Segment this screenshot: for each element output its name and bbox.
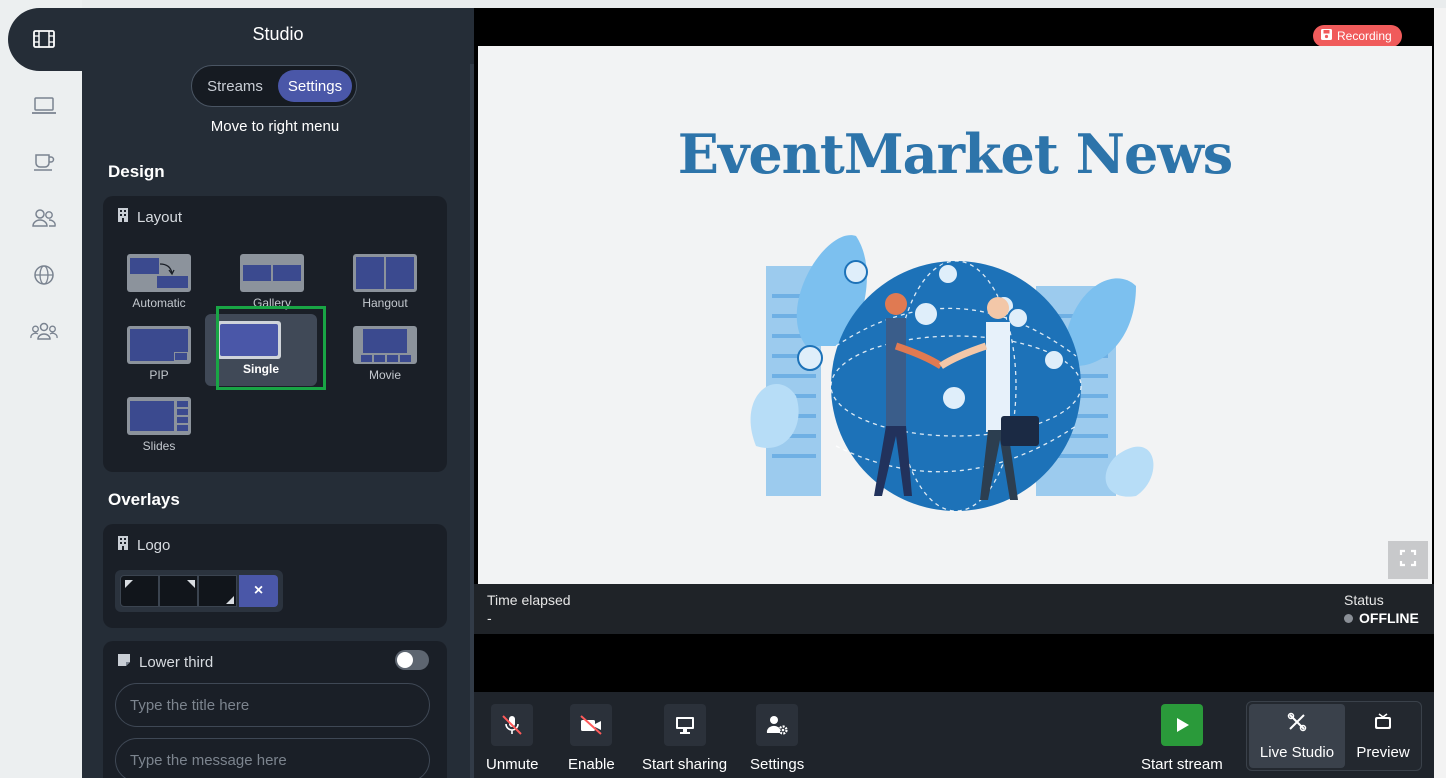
laptop-icon bbox=[31, 96, 57, 121]
design-heading: Design bbox=[108, 162, 165, 181]
nav-globe[interactable] bbox=[26, 259, 62, 295]
enable-label: Enable bbox=[568, 756, 615, 773]
layout-option-label: Automatic bbox=[132, 296, 186, 310]
lower-third-title-input[interactable] bbox=[115, 683, 430, 727]
view-mode-switch: Live Studio Preview bbox=[1246, 701, 1422, 771]
layout-option-slides[interactable]: Slides bbox=[104, 391, 194, 457]
building-icon bbox=[117, 536, 129, 554]
monitor-icon bbox=[663, 704, 706, 746]
lower-third-message-input[interactable] bbox=[115, 738, 430, 778]
start-sharing-label: Start sharing bbox=[642, 756, 728, 773]
layout-option-label: Slides bbox=[142, 439, 176, 453]
group-icon bbox=[30, 321, 58, 346]
tv-icon bbox=[1373, 712, 1393, 736]
preview-tab[interactable]: Preview bbox=[1347, 704, 1419, 768]
status-indicator: OFFLINE bbox=[1344, 610, 1419, 626]
selected-layout-highlight bbox=[216, 306, 326, 390]
layout-option-label: Movie bbox=[368, 368, 401, 382]
stream-info-bar: Time elapsed - Status OFFLINE bbox=[474, 584, 1434, 634]
live-studio-icon bbox=[1287, 712, 1307, 736]
layout-option-movie[interactable]: Movie bbox=[330, 320, 420, 386]
status-dot bbox=[1344, 613, 1353, 623]
mic-muted-icon bbox=[491, 704, 534, 746]
page-scrollbar[interactable] bbox=[1434, 8, 1446, 778]
save-icon bbox=[1321, 29, 1332, 43]
nav-rail bbox=[0, 0, 84, 778]
logo-remove-button[interactable]: × bbox=[239, 575, 278, 607]
lower-third-toggle[interactable] bbox=[395, 650, 429, 670]
layout-option-gallery[interactable]: Gallery bbox=[217, 248, 307, 314]
nav-group[interactable] bbox=[26, 315, 62, 351]
layout-option-label: Hangout bbox=[362, 296, 408, 310]
logo-card: Logo × bbox=[103, 524, 447, 628]
building-icon bbox=[117, 208, 129, 226]
layout-option-label: PIP bbox=[149, 368, 169, 382]
layout-title: Layout bbox=[137, 208, 183, 226]
time-elapsed-label: Time elapsed bbox=[487, 592, 571, 608]
pip-layout-icon bbox=[127, 326, 191, 364]
preview-label: Preview bbox=[1356, 743, 1410, 761]
overlays-heading: Overlays bbox=[108, 490, 180, 509]
layout-option-automatic[interactable]: Automatic bbox=[104, 248, 194, 314]
layout-option-pip[interactable]: PIP bbox=[104, 320, 194, 386]
studio-panel: Studio Streams Settings Move to right me… bbox=[82, 8, 474, 778]
user-gear-icon bbox=[756, 704, 799, 746]
slides-layout-icon bbox=[127, 397, 191, 435]
recording-label: Recording bbox=[1337, 29, 1392, 43]
logo-position-selector: × bbox=[115, 570, 283, 612]
fullscreen-icon bbox=[1399, 549, 1417, 572]
automatic-layout-icon bbox=[127, 254, 191, 292]
stream-preview: EventMarket News bbox=[478, 46, 1432, 584]
start-stream-button[interactable]: Start stream bbox=[1141, 704, 1223, 773]
tab-streams[interactable]: Streams bbox=[198, 70, 272, 102]
layout-card: Layout Automatic Gallery Hangout PIP Sin… bbox=[103, 196, 447, 472]
start-sharing-button[interactable]: Start sharing bbox=[642, 704, 727, 773]
enable-camera-button[interactable]: Enable bbox=[568, 704, 615, 773]
logo-position-top-right[interactable] bbox=[159, 575, 198, 607]
fullscreen-button[interactable] bbox=[1388, 541, 1428, 579]
film-icon bbox=[33, 30, 55, 53]
settings-button[interactable]: Settings bbox=[750, 704, 804, 773]
unmute-button[interactable]: Unmute bbox=[486, 704, 539, 773]
live-studio-label: Live Studio bbox=[1259, 743, 1335, 761]
move-to-right-menu-link[interactable]: Move to right menu bbox=[82, 118, 468, 135]
lower-third-card-title: Lower third bbox=[117, 653, 213, 671]
layout-card-title: Layout bbox=[117, 208, 182, 226]
logo-title: Logo bbox=[137, 536, 171, 554]
time-elapsed-value: - bbox=[487, 610, 492, 626]
preview-headline: EventMarket News bbox=[677, 122, 1233, 186]
tab-settings[interactable]: Settings bbox=[278, 70, 352, 102]
lower-third-title: Lower third bbox=[139, 653, 214, 671]
stage-area: Recording EventMarket News Time elapsed … bbox=[474, 8, 1434, 778]
play-icon bbox=[1160, 704, 1203, 746]
status-label: Status bbox=[1344, 592, 1384, 608]
live-studio-tab[interactable]: Live Studio bbox=[1249, 704, 1345, 768]
logo-card-title: Logo bbox=[117, 536, 170, 554]
control-bar: Unmute Enable Start sharing Settings Sta… bbox=[474, 692, 1434, 778]
camera-off-icon bbox=[570, 704, 613, 746]
gallery-layout-icon bbox=[240, 254, 304, 292]
recording-badge[interactable]: Recording bbox=[1313, 25, 1402, 47]
logo-position-bottom-right[interactable] bbox=[198, 575, 237, 607]
hangout-layout-icon bbox=[353, 254, 417, 292]
movie-layout-icon bbox=[353, 326, 417, 364]
nav-rail-active-item[interactable] bbox=[8, 8, 84, 71]
start-stream-label: Start stream bbox=[1141, 756, 1223, 773]
globe-icon bbox=[33, 264, 55, 291]
status-value: OFFLINE bbox=[1359, 610, 1419, 626]
lower-third-card: Lower third bbox=[103, 641, 447, 778]
nav-users[interactable] bbox=[26, 202, 62, 238]
logo-position-top-left[interactable] bbox=[120, 575, 159, 607]
layout-option-hangout[interactable]: Hangout bbox=[330, 248, 420, 314]
coffee-icon bbox=[32, 152, 56, 177]
note-icon bbox=[117, 653, 131, 671]
panel-title: Studio bbox=[252, 24, 304, 44]
nav-coffee[interactable] bbox=[26, 146, 62, 182]
panel-tabs: Streams Settings bbox=[191, 65, 357, 107]
networking-illustration bbox=[750, 235, 1154, 512]
nav-laptop[interactable] bbox=[26, 90, 62, 126]
users-icon bbox=[31, 208, 57, 233]
settings-label: Settings bbox=[750, 756, 805, 773]
unmute-label: Unmute bbox=[486, 756, 539, 773]
